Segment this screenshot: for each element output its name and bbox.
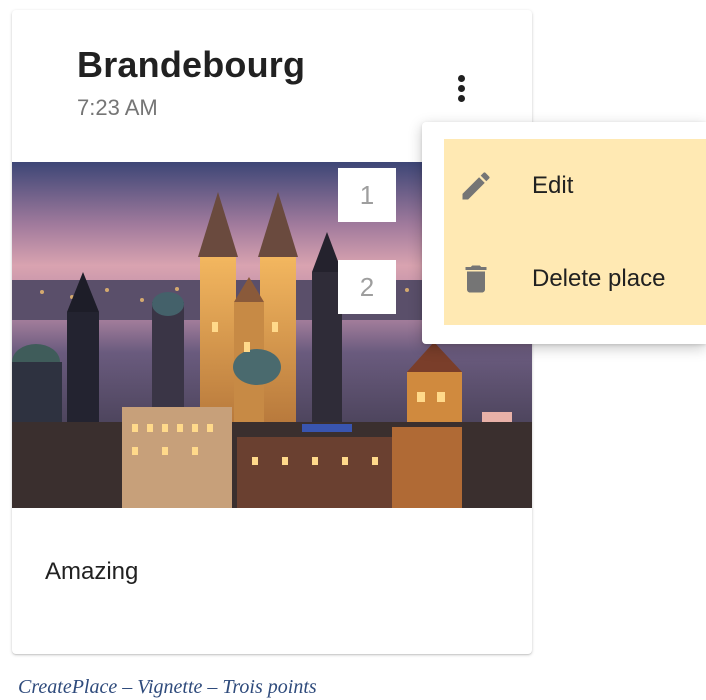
menu-item-delete-label: Delete place [532,264,666,292]
step-badge-1: 1 [338,168,396,222]
place-time: 7:23 AM [77,95,158,120]
more-options-button[interactable] [450,68,474,108]
place-title: Brandebourg [77,44,306,85]
step-badge-2: 2 [338,260,396,314]
menu-item-delete[interactable]: Delete place [444,232,706,325]
options-menu: Edit Delete place [422,122,706,344]
pencil-icon [462,171,490,199]
menu-item-edit-label: Edit [532,171,574,199]
place-description: Amazing [45,558,139,585]
figure-caption: CreatePlace – Vignette – Trois points [18,676,317,698]
menu-item-edit[interactable]: Edit [444,139,706,232]
trash-icon [465,265,487,292]
